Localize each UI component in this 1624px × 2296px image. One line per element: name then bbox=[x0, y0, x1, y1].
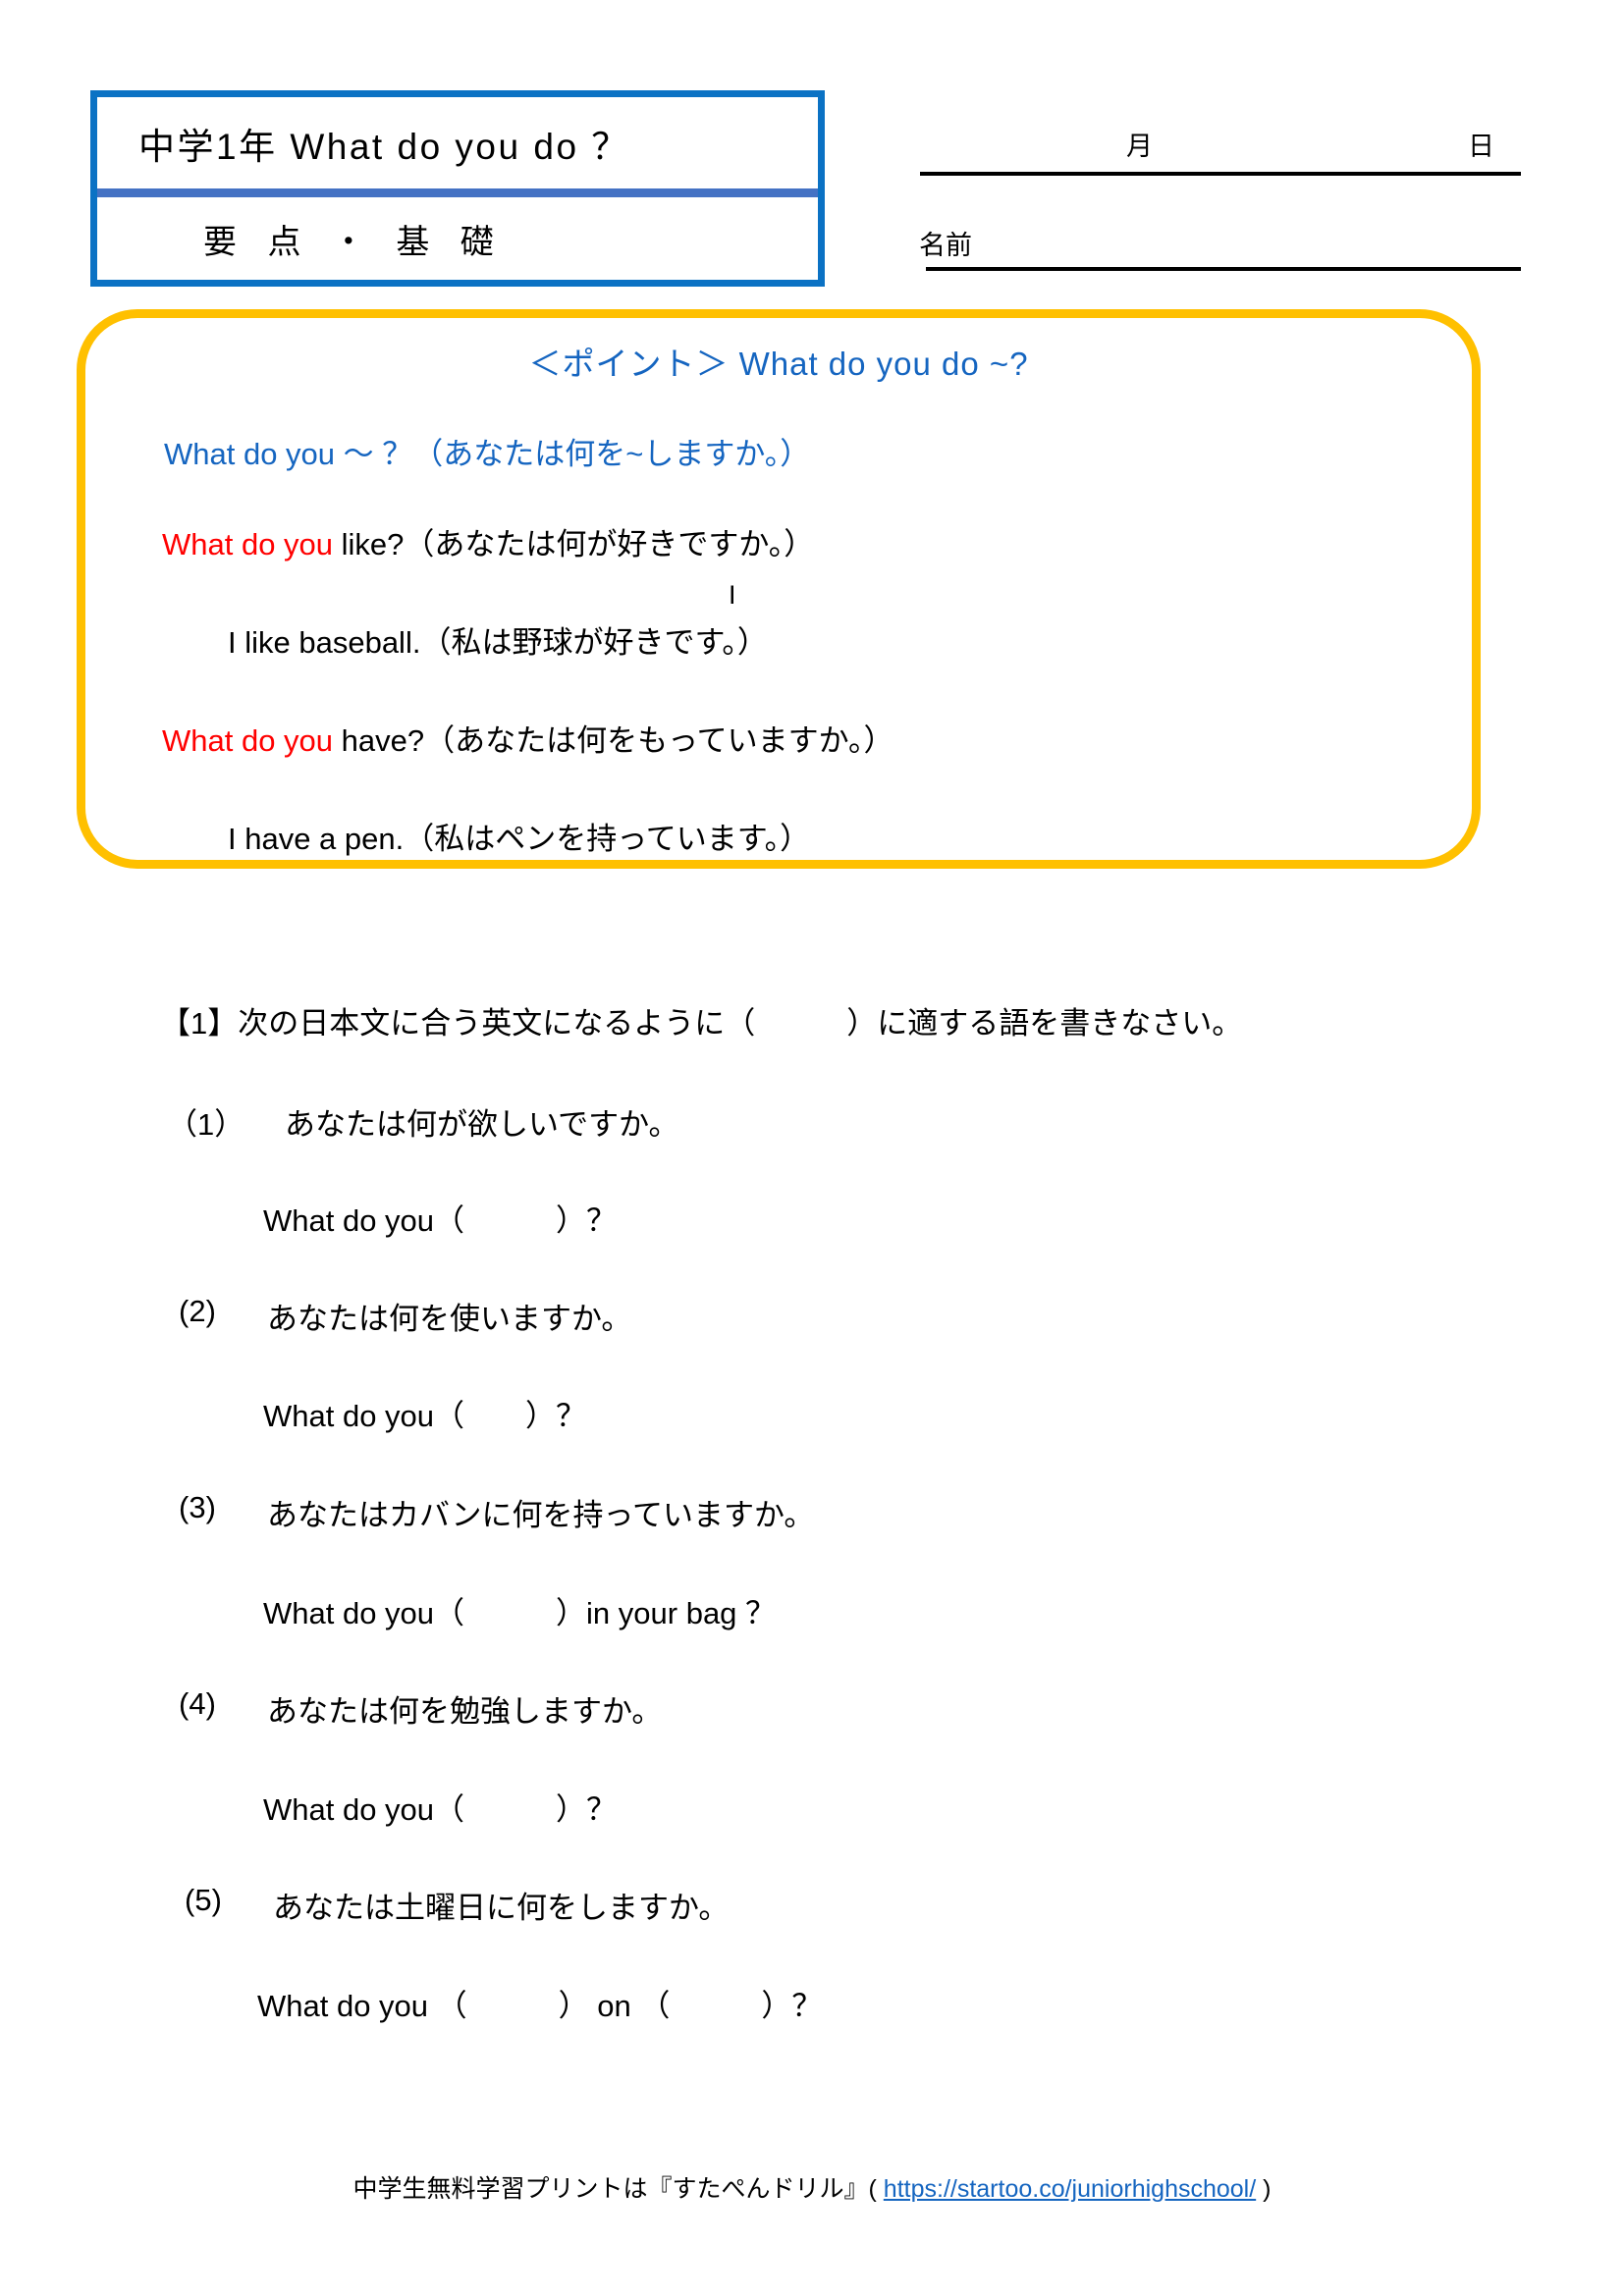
day-label: 日 bbox=[1468, 132, 1494, 161]
question-english-1[interactable]: What do you（ ）？ bbox=[263, 1196, 617, 1240]
point-box-title: ＜ポイント＞ What do you do ~? bbox=[528, 346, 1029, 382]
question-japanese-5: あなたは土曜日に何をしますか。 bbox=[273, 1891, 730, 1925]
point-line-have-question: What do you have?（あなたは何をもっていますか。） bbox=[162, 716, 893, 760]
question-english-2[interactable]: What do you（ ）？ bbox=[263, 1391, 586, 1435]
question-english-3[interactable]: What do you（ ）in your bag ？ bbox=[263, 1588, 776, 1632]
name-write-line[interactable] bbox=[926, 267, 1521, 271]
point-line-have-answer: I have a pen.（私はペンを持っています。） bbox=[228, 822, 811, 856]
footer-url-link[interactable]: https://startoo.co/juniorhighschool/ bbox=[884, 2175, 1256, 2203]
question-english-4[interactable]: What do you（ ）？ bbox=[263, 1785, 617, 1829]
point-highlight-what-do-you: What do you bbox=[162, 527, 342, 561]
name-label: 名前 bbox=[919, 231, 972, 260]
point-line-pattern: What do you ～ ？（あなたは何を~しますか。） bbox=[164, 437, 811, 471]
title-box: 中学1年 What do you do ？ 要 点 ・ 基 礎 bbox=[90, 90, 825, 287]
question-japanese-2: あなたは何を使いますか。 bbox=[267, 1302, 632, 1336]
point-line-like-question: What do you like?（あなたは何が好きですか。） bbox=[162, 519, 814, 563]
question-number-1: （1） bbox=[167, 1107, 245, 1142]
point-highlight-what-do-you-2: What do you bbox=[162, 723, 342, 758]
question-japanese-1: あなたは何が欲しいですか。 bbox=[285, 1107, 679, 1142]
page-header: 中学1年 What do you do ？ 要 点 ・ 基 礎 月 日 名前 bbox=[0, 0, 1624, 294]
point-marker-i: I bbox=[729, 580, 736, 610]
question-number-2: (2) bbox=[179, 1294, 216, 1328]
grade-title-row: 中学1年 What do you do ？ bbox=[97, 97, 818, 188]
footer: 中学生無料学習プリントは『すたぺんドリル』( https://startoo.c… bbox=[0, 2169, 1624, 2205]
point-rest-have: have?（あなたは何をもっていますか。） bbox=[341, 723, 894, 758]
question-japanese-3: あなたはカバンに何を持っていますか。 bbox=[267, 1498, 815, 1532]
section-title-row: 要 点 ・ 基 礎 bbox=[97, 197, 818, 280]
question-number-5: (5) bbox=[185, 1883, 222, 1917]
month-label: 月 bbox=[1126, 132, 1153, 161]
point-line-like-answer: I like baseball.（私は野球が好きです。） bbox=[228, 625, 768, 660]
question-number-3: (3) bbox=[179, 1490, 216, 1524]
question-english-5[interactable]: What do you （ ） on （ ）？ bbox=[257, 1981, 822, 2025]
exercise-instruction: 【1】次の日本文に合う英文になるように（ ）に適する語を書きなさい。 bbox=[160, 1006, 1243, 1041]
question-japanese-4: あなたは何を勉強しますか。 bbox=[267, 1694, 663, 1729]
title-divider bbox=[97, 188, 818, 197]
footer-text-before: 中学生無料学習プリントは『すたぺんドリル』( bbox=[352, 2175, 877, 2203]
question-number-4: (4) bbox=[179, 1686, 216, 1721]
point-rest-like: like?（あなたは何が好きですか。） bbox=[341, 527, 815, 561]
footer-text-after: ) bbox=[1263, 2175, 1272, 2203]
date-write-line[interactable] bbox=[920, 172, 1521, 176]
point-box: ＜ポイント＞ What do you do ~? What do you ～ ？… bbox=[77, 309, 1481, 869]
section-title: 要 点 ・ 基 礎 bbox=[203, 223, 505, 261]
grade-title: 中学1年 What do you do ？ bbox=[138, 126, 630, 167]
